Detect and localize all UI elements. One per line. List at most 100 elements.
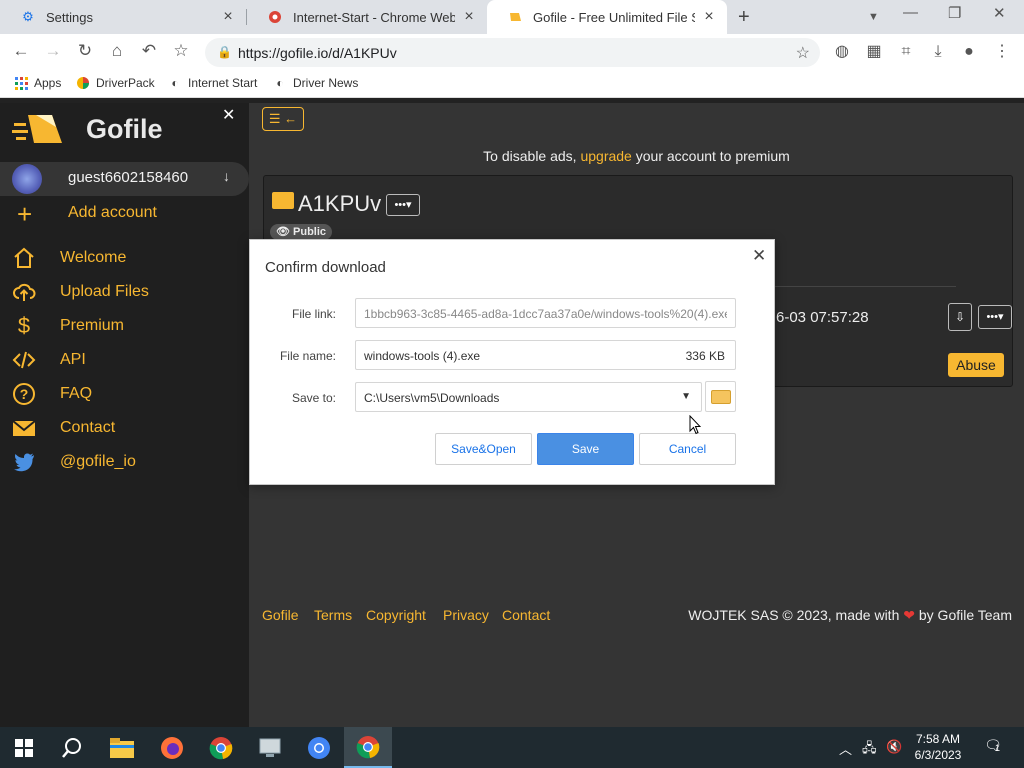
taskbar-file-explorer[interactable] [98, 727, 146, 768]
taskbar-chrome[interactable] [197, 727, 245, 768]
question-icon: ? [12, 382, 36, 406]
footer-link-copyright[interactable]: Copyright [366, 607, 426, 623]
envelope-icon [12, 416, 36, 440]
profile-icon[interactable]: ● [960, 43, 978, 61]
file-date: 6-03 07:57:28 [776, 309, 869, 326]
new-tab-button[interactable]: + [738, 6, 750, 29]
bookmark-driverpack[interactable]: DriverPack [76, 76, 155, 90]
sidebar-item-premium[interactable]: $ Premium [0, 312, 249, 342]
start-button[interactable] [0, 727, 48, 768]
minimize-icon[interactable]: — [903, 4, 918, 21]
tab-gofile[interactable]: Gofile - Free Unlimited File Shari × [487, 0, 727, 34]
footer-link-gofile[interactable]: Gofile [262, 607, 299, 623]
tab-search-icon[interactable]: ▼ [868, 11, 879, 23]
file-options-button[interactable]: •••▾ [978, 305, 1012, 329]
footer-link-contact[interactable]: Contact [502, 607, 550, 623]
footer-link-privacy[interactable]: Privacy [443, 607, 489, 623]
kebab-menu-icon[interactable]: ⋮ [993, 43, 1011, 61]
file-size: 336 KB [685, 349, 725, 363]
save-to-select[interactable]: C:\Users\vm5\Downloads ▼ [355, 382, 702, 412]
close-window-icon[interactable]: ✕ [993, 4, 1006, 22]
restore-icon[interactable]: ❐ [948, 4, 961, 22]
back-icon[interactable]: ← [10, 41, 32, 61]
gear-icon: ⚙ [22, 9, 34, 24]
forward-icon[interactable]: → [42, 41, 64, 61]
globe-icon: ◐ [171, 76, 179, 90]
file-name-field[interactable]: windows-tools (4).exe 336 KB [355, 340, 736, 370]
sidebar-item-upload-files[interactable]: Upload Files [0, 278, 249, 308]
sidebar-item-api[interactable]: API [0, 346, 249, 376]
upgrade-link[interactable]: upgrade [580, 148, 631, 164]
crop-icon[interactable]: ⌗ [897, 43, 915, 61]
sidebar-toggle-button[interactable]: ☰ ← [262, 107, 304, 131]
close-icon[interactable]: ✕ [752, 246, 766, 266]
extension-globe-icon[interactable]: ◍ [833, 43, 851, 61]
public-badge: 👁 Public [270, 224, 333, 240]
search-button[interactable] [48, 727, 96, 768]
clock-date: 6/3/2023 [914, 748, 962, 762]
globe-icon: ◐ [276, 76, 284, 90]
abuse-button[interactable]: Abuse [948, 353, 1004, 377]
taskbar-app[interactable] [246, 727, 294, 768]
dialog-title: Confirm download [265, 259, 386, 276]
file-link-field[interactable]: 1bbcb963-3c85-4465-ad8a-1dcc7aa37a0e/win… [355, 298, 736, 328]
apps-grid-icon [14, 76, 28, 90]
browser-toolbar: ← → ↻ ⌂ ↶ ☆ 🔒 https://gofile.io/d/A1KPUv… [0, 34, 1024, 70]
folder-open-icon [711, 390, 731, 404]
ad-note: To disable ads, upgrade your account to … [483, 148, 790, 164]
avatar [12, 164, 42, 194]
taskbar-chrome-alt[interactable] [295, 727, 343, 768]
close-icon[interactable]: × [701, 8, 717, 26]
bookmarks-bar: Apps DriverPack ◐ Internet Start ◐ Drive… [0, 70, 1024, 98]
undo-icon[interactable]: ↶ [138, 41, 160, 61]
download-icon[interactable]: ⤓ [929, 43, 947, 61]
sidebar-item-welcome[interactable]: Welcome [0, 244, 249, 274]
star-icon[interactable]: ☆ [796, 43, 810, 63]
account-selector[interactable]: guest6602158460 ↓ [0, 162, 249, 196]
code-icon [12, 348, 36, 372]
bookmark-driver-news[interactable]: ◐ Driver News [273, 76, 358, 90]
network-icon[interactable]: 🖧 [862, 739, 877, 761]
close-sidebar-icon[interactable]: ✕ [222, 105, 235, 125]
file-download-button[interactable]: ⇩ [948, 303, 972, 331]
folder-options-button[interactable]: •••▾ [386, 194, 420, 216]
action-center-button[interactable]: 🗨 1 [982, 737, 1004, 757]
tab-internet-start[interactable]: Internet-Start - Chrome Web Sto × [247, 0, 487, 34]
lock-icon: 🔒 [217, 45, 232, 59]
save-and-open-button[interactable]: Save&Open [435, 433, 532, 465]
sidebar-item-faq[interactable]: ? FAQ [0, 380, 249, 410]
file-explorer-icon [110, 737, 134, 758]
footer-link-terms[interactable]: Terms [314, 607, 352, 623]
arrow-down-icon[interactable]: ↓ [223, 168, 230, 184]
browse-folder-button[interactable] [705, 381, 736, 412]
chevron-down-icon: ▼ [681, 391, 691, 402]
brand-name: Gofile [86, 114, 163, 144]
tab-settings[interactable]: ⚙ Settings × [0, 0, 246, 34]
volume-muted-icon[interactable]: 🔇 [886, 739, 902, 755]
taskbar-firefox[interactable] [148, 727, 196, 768]
tray-chevron-up-icon[interactable]: ︿ [839, 739, 852, 758]
taskbar-chrome-active[interactable] [344, 727, 392, 768]
browser-tab-bar: ⚙ Settings × Internet-Start - Chrome Web… [0, 0, 1024, 34]
close-icon[interactable]: × [220, 8, 236, 26]
url-text[interactable]: https://gofile.io/d/A1KPUv [238, 45, 397, 61]
add-account-button[interactable]: + Add account [0, 199, 249, 231]
notification-count: 1 [995, 743, 1001, 753]
save-button[interactable]: Save [537, 433, 634, 465]
extension-grid-icon[interactable]: ▦ [865, 43, 883, 61]
address-bar[interactable]: 🔒 https://gofile.io/d/A1KPUv ☆ [205, 38, 820, 67]
bookmark-apps[interactable]: Apps [14, 76, 61, 90]
cancel-button[interactable]: Cancel [639, 433, 736, 465]
sidebar-item-twitter[interactable]: @gofile_io [0, 448, 249, 478]
account-name: guest6602158460 [68, 169, 189, 186]
footer: Gofile Terms Copyright Privacy Contact W… [249, 607, 1024, 629]
system-clock[interactable]: 7:58 AM 6/3/2023 [906, 731, 970, 763]
firefox-icon [161, 736, 183, 759]
bookmark-star-icon[interactable]: ☆ [170, 41, 192, 61]
bookmark-internet-start[interactable]: ◐ Internet Start [168, 76, 257, 90]
close-icon[interactable]: × [461, 8, 477, 26]
reload-icon[interactable]: ↻ [74, 41, 96, 61]
sidebar-item-contact[interactable]: Contact [0, 414, 249, 444]
home-icon[interactable]: ⌂ [106, 41, 128, 61]
windows-logo-icon [15, 738, 33, 757]
